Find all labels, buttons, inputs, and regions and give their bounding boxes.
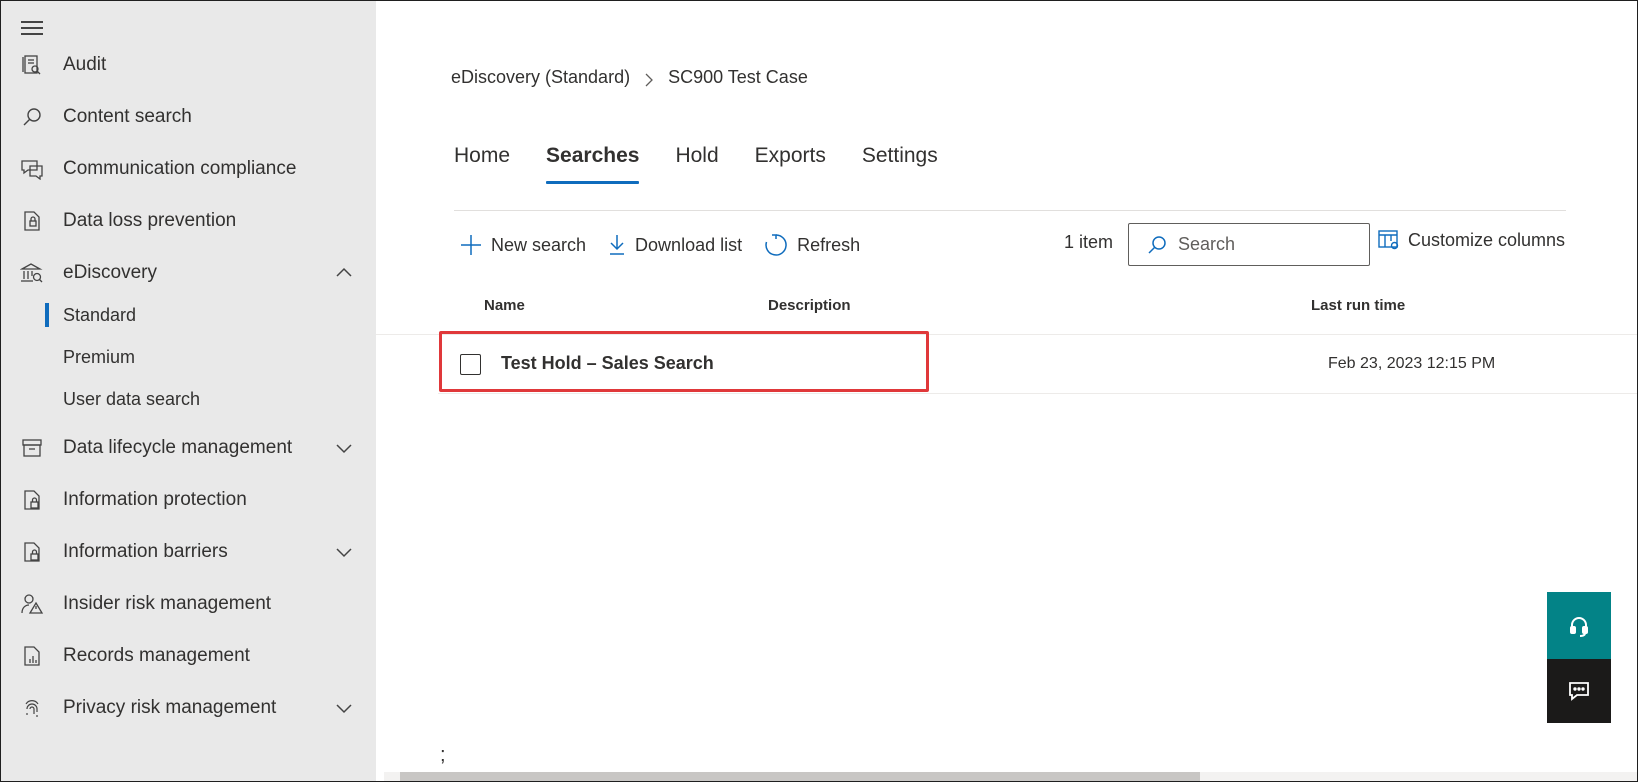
sidebar-item-label: Audit [63,54,107,75]
sidebar-item-label: Content search [63,106,192,127]
table-row[interactable]: Test Hold – Sales Search Feb 23, 2023 12… [438,336,1637,394]
item-count: 1 item [1064,232,1114,252]
sidebar-subitem-label: User data search [63,388,201,409]
main-content: eDiscovery (Standard) SC900 Test Case Ho… [376,1,1637,781]
plus-icon [461,235,481,255]
new-search-button[interactable]: New search [460,234,586,256]
sidebar-item-privacy-risk-management[interactable]: Privacy risk management [1,681,376,735]
chat-icon [19,156,45,182]
document-lock-icon [19,539,45,565]
sidebar-item-label: Insider risk management [63,593,272,614]
search-icon [1148,235,1166,254]
row-checkbox[interactable] [460,354,481,375]
sidebar-item-label: Information protection [63,489,247,510]
headset-icon [1570,616,1588,637]
sidebar-item-information-barriers[interactable]: Information barriers [1,525,376,579]
audit-icon [19,52,45,78]
sidebar-subitem-label: Premium [63,346,136,367]
fingerprint-icon [19,695,45,721]
download-icon [610,235,625,255]
feedback-button[interactable] [1547,659,1611,723]
hamburger-menu-icon[interactable] [21,21,43,37]
help-button[interactable] [1547,592,1611,659]
tab-exports[interactable]: Exports [755,144,826,184]
new-search-label: New search [491,234,587,255]
stray-text: ; [440,744,446,766]
sidebar-item-label: Privacy risk management [63,697,277,718]
customize-columns-icon [1378,230,1399,250]
sidebar-item-label: Information barriers [63,541,228,562]
dlp-icon [19,208,45,234]
sidebar-item-label: Data loss prevention [63,210,237,231]
column-header-name[interactable]: Name [484,297,525,314]
tab-settings[interactable]: Settings [862,144,938,184]
download-list-label: Download list [635,234,743,255]
sidebar-item-label: Data lifecycle management [63,437,293,458]
search-placeholder: Search [1178,234,1236,254]
breadcrumb-current: SC900 Test Case [668,67,808,87]
sidebar-item-data-lifecycle-management[interactable]: Data lifecycle management [1,421,376,475]
column-header-last-run-time[interactable]: Last run time [1311,297,1405,314]
scrollbar-thumb[interactable] [400,772,1200,781]
sidebar-item-label: eDiscovery [63,262,157,283]
sidebar-item-label: Communication compliance [63,158,297,179]
sidebar-subitem-label: Standard [63,304,137,325]
tab-searches[interactable]: Searches [546,144,640,184]
document-chart-icon [19,643,45,669]
chevron-down-icon[interactable] [334,698,354,718]
chevron-up-icon[interactable] [334,263,354,283]
sidebar-item-communication-compliance[interactable]: Communication compliance [1,142,376,196]
horizontal-scrollbar[interactable] [384,772,1637,781]
tab-bar: Home Searches Hold Exports Settings [454,144,974,184]
sidebar-item-data-loss-prevention[interactable]: Data loss prevention [1,194,376,248]
building-icon [19,260,45,286]
tab-home[interactable]: Home [454,144,510,184]
sidebar-item-information-protection[interactable]: Information protection [1,473,376,527]
row-name[interactable]: Test Hold – Sales Search [501,353,714,374]
divider [454,210,1566,211]
sidebar-item-label: Records management [63,645,250,666]
refresh-label: Refresh [797,234,861,255]
feedback-icon [1569,682,1589,701]
column-header-description[interactable]: Description [768,297,851,314]
table-header: Name Description Last run time [376,291,1637,335]
search-input[interactable]: Search [1128,223,1370,266]
customize-columns-label: Customize columns [1408,229,1566,250]
tab-hold[interactable]: Hold [675,144,718,184]
refresh-icon [765,234,787,256]
sidebar-item-ediscovery[interactable]: eDiscovery [1,246,376,300]
selected-indicator [45,303,49,327]
sidebar-subitem-user-data-search[interactable]: User data search [1,379,376,419]
sidebar-subitem-premium[interactable]: Premium [1,337,376,377]
customize-columns-button[interactable]: Customize columns [1378,229,1565,251]
archive-icon [19,435,45,461]
breadcrumb: eDiscovery (Standard) SC900 Test Case [451,67,808,88]
refresh-button[interactable]: Refresh [764,233,860,257]
toolbar: New search Download list Refresh [460,227,882,263]
chevron-right-icon [644,71,654,86]
person-warning-icon [19,591,45,617]
chevron-down-icon[interactable] [334,438,354,458]
breadcrumb-parent[interactable]: eDiscovery (Standard) [451,67,630,88]
download-list-button[interactable]: Download list [608,234,742,256]
sidebar-subitem-standard[interactable]: Standard [1,295,376,335]
sidebar: Audit Content search Communication compl… [1,1,376,781]
row-last-run-time: Feb 23, 2023 12:15 PM [1328,355,1496,372]
sidebar-item-content-search[interactable]: Content search [1,90,376,144]
sidebar-item-insider-risk-management[interactable]: Insider risk management [1,577,376,631]
document-lock-icon [19,487,45,513]
search-icon [19,104,45,130]
chevron-down-icon[interactable] [334,542,354,562]
sidebar-item-audit[interactable]: Audit [1,38,376,92]
sidebar-item-records-management[interactable]: Records management [1,629,376,683]
